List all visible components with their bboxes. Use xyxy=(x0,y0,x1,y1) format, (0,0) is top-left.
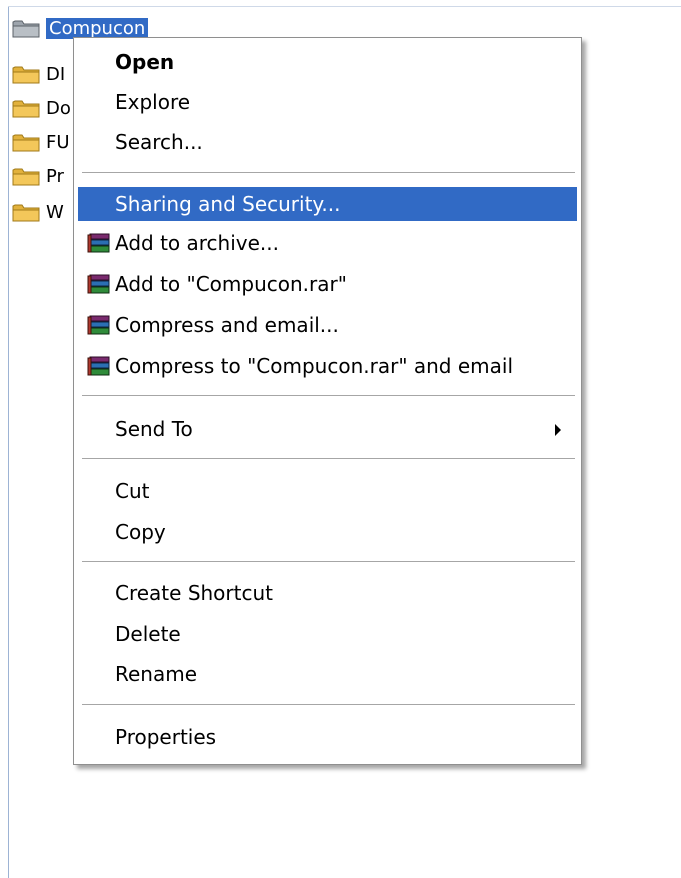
menu-separator xyxy=(82,395,575,397)
tree-item-label: FU xyxy=(46,131,70,153)
menu-item-label: Cut xyxy=(115,479,150,503)
tree-item-folder[interactable]: FU xyxy=(12,130,70,154)
menu-separator xyxy=(82,704,575,706)
winrar-icon xyxy=(87,274,110,294)
menu-item-label: Rename xyxy=(115,662,198,686)
menu-separator xyxy=(82,172,575,174)
menu-item-delete[interactable]: Delete xyxy=(78,617,577,651)
menu-item-copy[interactable]: Copy xyxy=(78,515,577,549)
folder-icon xyxy=(12,134,40,151)
menu-item-label: Delete xyxy=(115,622,181,646)
folder-icon xyxy=(12,100,40,117)
menu-item-label: Add to archive... xyxy=(115,231,279,255)
menu-item-label: Open xyxy=(115,50,175,74)
tree-item-label: Do xyxy=(46,97,71,119)
tree-item-folder[interactable]: Pr xyxy=(12,164,64,188)
tree-item-folder[interactable]: DI xyxy=(12,62,65,86)
menu-item-label: Explore xyxy=(115,90,191,114)
menu-item-add-to-archive[interactable]: Add to archive... xyxy=(78,226,577,260)
menu-item-compress-email[interactable]: Compress and email... xyxy=(78,308,577,342)
menu-item-label: Sharing and Security... xyxy=(115,192,341,216)
menu-item-explore[interactable]: Explore xyxy=(78,85,577,119)
winrar-icon xyxy=(87,356,110,376)
menu-item-compress-rar-email[interactable]: Compress to "Compucon.rar" and email xyxy=(78,349,577,383)
menu-item-label: Add to "Compucon.rar" xyxy=(115,272,347,296)
menu-item-send-to[interactable]: Send To xyxy=(78,412,577,446)
menu-item-properties[interactable]: Properties xyxy=(78,720,577,754)
menu-item-open[interactable]: Open xyxy=(78,45,577,79)
menu-item-add-to-rar[interactable]: Add to "Compucon.rar" xyxy=(78,267,577,301)
menu-item-rename[interactable]: Rename xyxy=(78,657,577,691)
tree-item-folder[interactable]: Do xyxy=(12,96,71,120)
tree-item-label: DI xyxy=(46,63,66,85)
folder-icon xyxy=(12,20,40,37)
menu-item-create-shortcut[interactable]: Create Shortcut xyxy=(78,576,577,610)
menu-item-label: Compress to "Compucon.rar" and email xyxy=(115,354,514,378)
menu-item-label: Create Shortcut xyxy=(115,581,273,605)
folder-icon xyxy=(12,66,40,83)
winrar-icon xyxy=(87,315,110,335)
menu-item-label: Properties xyxy=(115,725,217,749)
tree-item-label: Compucon xyxy=(46,17,149,39)
menu-separator xyxy=(82,458,575,460)
menu-item-search[interactable]: Search... xyxy=(78,125,577,159)
tree-pane-top-border xyxy=(8,6,681,7)
context-menu: Open Explore Search... Sharing and Secur… xyxy=(73,37,582,765)
menu-item-cut[interactable]: Cut xyxy=(78,474,577,508)
menu-item-label: Copy xyxy=(115,520,166,544)
tree-item-label: Pr xyxy=(46,165,64,187)
folder-icon xyxy=(12,204,40,221)
tree-item-folder[interactable]: W xyxy=(12,200,64,224)
menu-item-sharing-security[interactable]: Sharing and Security... xyxy=(78,187,577,221)
tree-pane-border xyxy=(8,6,9,878)
submenu-arrow-icon xyxy=(555,424,561,436)
folder-icon xyxy=(12,168,40,185)
tree-item-label: W xyxy=(46,201,64,223)
menu-item-label: Send To xyxy=(115,417,193,441)
menu-item-label: Search... xyxy=(115,130,203,154)
menu-separator xyxy=(82,561,575,563)
menu-item-label: Compress and email... xyxy=(115,313,339,337)
winrar-icon xyxy=(87,233,110,253)
